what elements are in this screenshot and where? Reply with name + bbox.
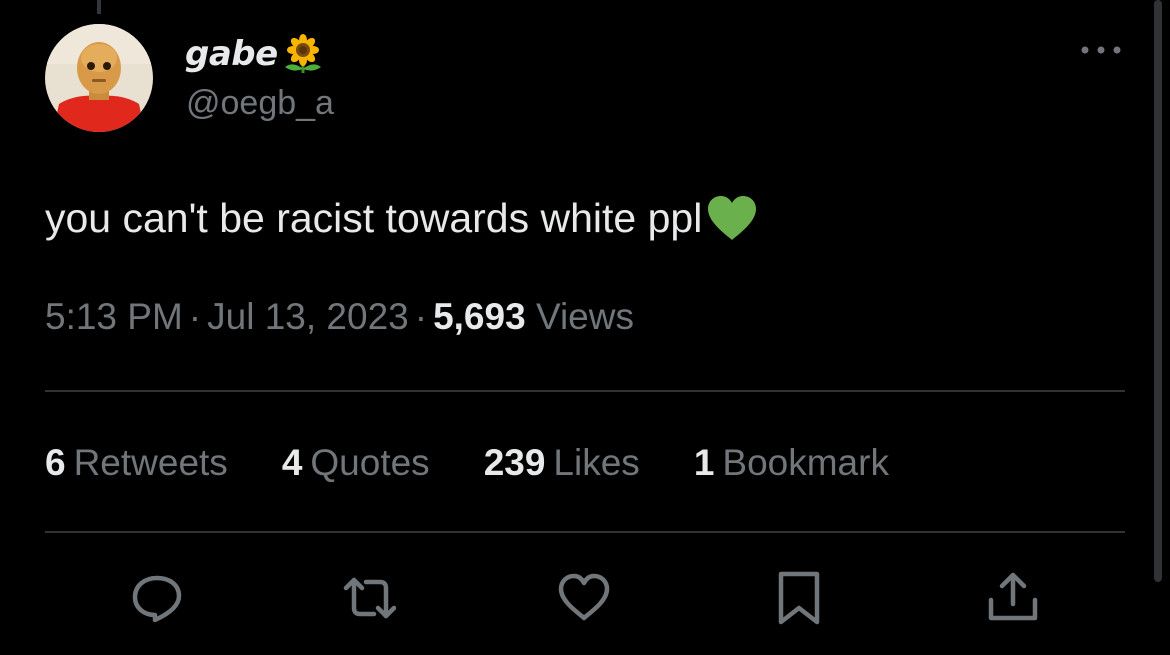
scrollbar[interactable] [1154, 0, 1162, 582]
reply-icon[interactable] [129, 570, 185, 626]
likes-stat[interactable]: 239 Likes [484, 442, 640, 484]
retweets-label: Retweets [73, 442, 228, 483]
meta-separator: · [188, 296, 202, 337]
bookmarks-count: 1 [693, 442, 715, 483]
quotes-label: Quotes [310, 442, 430, 483]
display-name[interactable]: gabe [185, 34, 278, 74]
author-name-row[interactable]: gabe [185, 30, 326, 78]
like-icon[interactable] [556, 570, 612, 626]
likes-count: 239 [483, 442, 546, 483]
tweet-time[interactable]: 5:13 PM [45, 296, 183, 337]
author-handle[interactable]: @oegb_a [186, 84, 334, 123]
retweet-icon[interactable] [342, 570, 398, 626]
quotes-stat[interactable]: 4 Quotes [282, 442, 430, 484]
engagement-stats: 6 Retweets 4 Quotes 239 Likes 1 Bookmark [45, 442, 943, 484]
bookmark-icon[interactable] [771, 570, 827, 626]
divider [45, 390, 1125, 392]
tweet-meta: 5:13 PM · Jul 13, 2023 · 5,693 Views [45, 296, 634, 338]
views-label: Views [535, 296, 634, 337]
green-heart-icon [704, 193, 760, 243]
tweet-text: you can't be racist towards white ppl [45, 194, 703, 241]
thread-connector-line [97, 0, 101, 14]
sunflower-icon [280, 31, 326, 77]
quotes-count: 4 [281, 442, 303, 483]
bookmarks-stat[interactable]: 1 Bookmark [694, 442, 889, 484]
likes-label: Likes [553, 442, 640, 483]
retweets-stat[interactable]: 6 Retweets [45, 442, 228, 484]
bookmarks-label: Bookmark [722, 442, 889, 483]
retweets-count: 6 [45, 442, 66, 483]
views-count: 5,693 [433, 296, 526, 337]
more-options-icon[interactable] [1078, 38, 1124, 62]
meta-separator: · [414, 296, 428, 337]
share-icon[interactable] [985, 570, 1041, 626]
tweet-body: you can't be racist towards white ppl [45, 190, 760, 246]
divider [45, 531, 1125, 533]
avatar[interactable] [45, 24, 153, 132]
tweet-date[interactable]: Jul 13, 2023 [207, 296, 409, 337]
